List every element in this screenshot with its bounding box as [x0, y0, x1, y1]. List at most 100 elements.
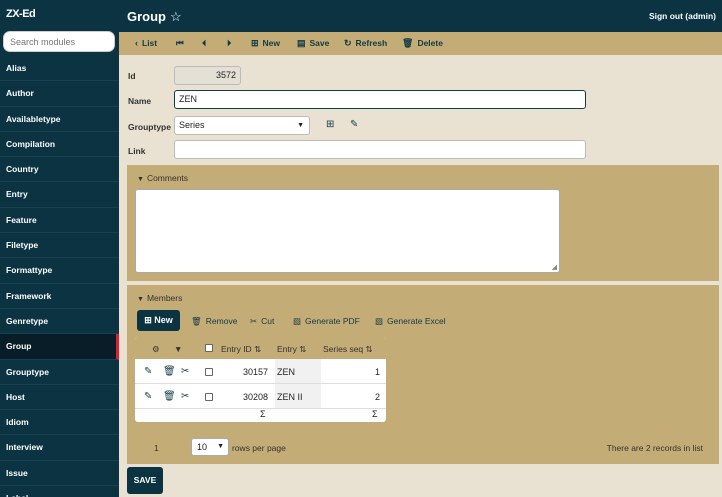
sidebar-item-entry[interactable]: Entry — [0, 182, 119, 208]
rows-per-page-label: rows per page — [232, 443, 286, 453]
caret-down-icon: ▼ — [297, 122, 304, 129]
sidebar-item-feature[interactable]: Feature — [0, 208, 119, 234]
records-count: There are 2 records in list — [606, 443, 703, 453]
sort-icon: ⇅ — [365, 344, 373, 354]
sidebar-item-issue[interactable]: Issue — [0, 461, 119, 487]
resize-handle-icon[interactable]: ◢ — [552, 263, 557, 271]
edit-icon[interactable]: ✎ — [144, 391, 152, 402]
app-brand: ZX-Ed — [6, 8, 36, 20]
add-icon: ⊞ — [144, 315, 155, 325]
table-row[interactable]: ✎ 🗑 ✂ 30157 ZEN 1 — [135, 360, 386, 384]
record-toolbar: ‹ List ⏮ ⏴ ⏵ ⊞ New ▤ Save ↻ Refresh 🗑 Delete — [119, 32, 722, 55]
select-all-checkbox[interactable] — [205, 344, 213, 352]
chevron-left-icon: ‹ — [135, 38, 138, 48]
sidebar-item-author[interactable]: Author — [0, 81, 119, 107]
column-entry-id[interactable]: Entry ID ⇅ — [221, 344, 261, 355]
sidebar-item-formattype[interactable]: Formattype — [0, 258, 119, 284]
generate-pdf-button[interactable]: ▧ Generate PDF — [293, 316, 360, 327]
trash-icon: 🗑 — [402, 38, 414, 48]
column-entry[interactable]: Entry ⇅ — [277, 344, 306, 355]
filter-icon[interactable]: ▼ — [174, 344, 182, 354]
cell-entry-id: 30157 — [243, 367, 269, 377]
scissors-icon[interactable]: ✂ — [181, 366, 189, 377]
table-footer: Σ Σ — [135, 407, 386, 422]
refresh-button[interactable]: ↻ Refresh — [344, 38, 387, 49]
sign-out-link[interactable]: Sign out (admin) — [649, 11, 716, 21]
link-field[interactable] — [174, 140, 586, 159]
save-toolbar-button[interactable]: ▤ Save — [297, 38, 329, 49]
column-series-seq[interactable]: Series seq ⇅ — [323, 344, 373, 355]
add-icon: ⊞ — [251, 38, 259, 48]
members-header[interactable]: ▼ Members — [137, 293, 182, 303]
grouptype-select[interactable]: Series ▼ — [174, 116, 310, 135]
sidebar-item-label[interactable]: Label — [0, 486, 119, 497]
members-remove-button[interactable]: 🗑 Remove — [191, 316, 237, 327]
cell-entry-id: 30208 — [243, 392, 269, 402]
sidebar-item-genretype[interactable]: Genretype — [0, 309, 119, 335]
members-panel: ▼ Members ⊞ New 🗑 Remove ✂ Cut ▧ Generate PD… — [127, 285, 719, 464]
row-checkbox[interactable] — [205, 393, 213, 401]
edit-icon[interactable]: ✎ — [144, 366, 152, 377]
grouptype-value: Series — [179, 120, 205, 130]
row-checkbox[interactable] — [205, 368, 213, 376]
id-field: 3572 — [174, 66, 241, 85]
sidebar-item-host[interactable]: Host — [0, 385, 119, 411]
search-modules-input[interactable] — [3, 31, 115, 52]
sidebar-item-idiom[interactable]: Idiom — [0, 410, 119, 436]
new-button[interactable]: ⊞ New — [251, 38, 280, 49]
grouptype-label: Grouptype — [128, 122, 171, 132]
sidebar-item-framework[interactable]: Framework — [0, 284, 119, 309]
sidebar-item-grouptype[interactable]: Grouptype — [0, 360, 119, 385]
members-cut-button[interactable]: ✂ Cut — [250, 316, 274, 327]
sidebar-item-interview[interactable]: Interview — [0, 435, 119, 461]
gear-icon[interactable]: ⚙ — [152, 344, 160, 355]
next-record-icon[interactable]: ⏵ — [227, 38, 231, 49]
cell-series-seq: 2 — [375, 392, 381, 402]
members-new-button[interactable]: ⊞ New — [137, 310, 180, 331]
sum-entry-id: Σ — [260, 409, 266, 419]
cell-series-seq: 1 — [375, 367, 381, 377]
comments-header[interactable]: ▼ Comments — [137, 173, 188, 183]
sort-alpha-icon: ⇅ — [299, 344, 307, 354]
trash-icon[interactable]: 🗑 — [163, 366, 176, 377]
sidebar-item-availabletype[interactable]: Availabletype — [0, 107, 119, 132]
star-outline-icon[interactable]: ☆ — [170, 9, 182, 25]
previous-record-icon[interactable]: ⏴ — [202, 38, 206, 49]
excel-file-icon: ▧ — [375, 316, 384, 326]
scissors-icon: ✂ — [250, 316, 258, 326]
caret-down-icon: ▼ — [137, 296, 144, 303]
sidebar-item-compilation[interactable]: Compilation — [0, 132, 119, 158]
refresh-icon: ↻ — [344, 38, 352, 48]
sidebar-item-filetype[interactable]: Filetype — [0, 233, 119, 259]
trash-icon: 🗑 — [191, 316, 202, 326]
rows-per-page-select[interactable]: 10 ▼ — [191, 438, 229, 456]
caret-down-icon: ▼ — [137, 176, 144, 183]
edit-grouptype-icon[interactable]: ✎ — [350, 119, 358, 130]
comments-panel: ▼ Comments ◢ — [127, 165, 719, 281]
members-table: ⚙ ▼ Entry ID ⇅ Entry ⇅ Series seq ⇅ ✎ 🗑 … — [135, 337, 386, 422]
page-number[interactable]: 1 — [154, 443, 159, 453]
table-row[interactable]: ✎ 🗑 ✂ 30208 ZEN II 2 — [135, 385, 386, 409]
link-label: Link — [128, 146, 146, 156]
sidebar-item-group[interactable]: Group — [0, 334, 119, 360]
rows-per-page-value: 10 — [197, 442, 208, 452]
save-icon: ▤ — [297, 38, 306, 48]
cell-entry: ZEN II — [277, 392, 303, 402]
top-bar: Group ☆ Sign out (admin) — [119, 0, 722, 32]
sidebar: ZX-Ed Alias Author Availabletype Compila… — [0, 0, 119, 497]
add-grouptype-icon[interactable]: ⊞ — [326, 119, 334, 130]
pdf-file-icon: ▧ — [293, 316, 302, 326]
trash-icon[interactable]: 🗑 — [163, 391, 176, 402]
scissors-icon[interactable]: ✂ — [181, 391, 189, 402]
sidebar-item-country[interactable]: Country — [0, 157, 119, 183]
list-button[interactable]: ‹ List — [135, 38, 157, 48]
caret-down-icon: ▼ — [217, 443, 224, 450]
delete-button[interactable]: 🗑 Delete — [402, 38, 443, 49]
generate-excel-button[interactable]: ▧ Generate Excel — [375, 316, 446, 327]
sidebar-item-alias[interactable]: Alias — [0, 56, 119, 82]
comments-textarea[interactable]: ◢ — [135, 189, 560, 273]
sum-series-seq: Σ — [372, 409, 378, 419]
first-record-icon[interactable]: ⏮ — [176, 38, 184, 49]
name-field[interactable]: ZEN — [174, 90, 586, 109]
save-button[interactable]: SAVE — [127, 467, 163, 494]
